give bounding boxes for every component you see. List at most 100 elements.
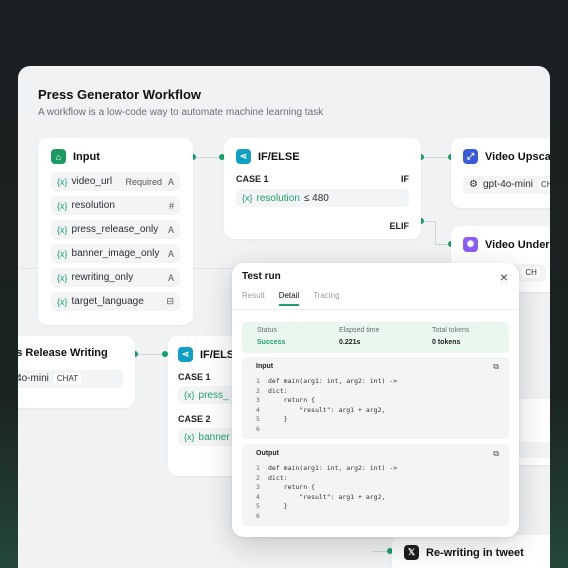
code-lines: 1 def main(arg1: int, arg2: int) -> 2 dict… [256, 377, 397, 435]
variable-name: video_url [71, 176, 113, 187]
close-icon[interactable]: × [500, 270, 508, 284]
input-node[interactable]: ⌂ Input {x} video_url Required A {x} reso… [38, 138, 193, 325]
code-line: 3 return { [256, 396, 315, 405]
text-type-icon: A [167, 248, 174, 259]
video-upscale-node[interactable]: ⤢ Video Upscal ⚙ gpt-4o-mini CH [451, 138, 550, 208]
model-name: gpt-4o-mini [482, 179, 533, 190]
condition-operator: ≤ 480 [303, 192, 329, 204]
test-run-panel: Test run × Result Detail Tracing Status … [232, 263, 519, 537]
text-type-icon: A [167, 272, 174, 283]
code-line: 1 def main(arg1: int, arg2: int) -> [256, 377, 398, 385]
select-type-icon: ⊟ [166, 296, 174, 306]
model-selector[interactable]: t-4o-mini CHAT [18, 369, 123, 388]
condition-row[interactable]: {x} resolution ≤ 480 [236, 189, 409, 207]
tokens-value: 0 tokens [432, 339, 461, 346]
copy-icon[interactable]: ⧉ [493, 362, 499, 372]
variable-icon: {x} [57, 296, 68, 307]
branch-icon: ⋖ [178, 347, 193, 362]
upscale-icon: ⤢ [463, 149, 478, 164]
edge-rewriting [373, 551, 387, 552]
branch-icon: ⋖ [236, 149, 251, 164]
mode-tag: CH [538, 179, 550, 190]
output-label: Output [256, 450, 279, 457]
ifelse-node-title: IF/ELSE [258, 150, 300, 163]
code-line: 2 dict: [256, 386, 288, 395]
condition-variable: press_ [198, 389, 229, 401]
variable-row[interactable]: {x} rewriting_only A [51, 268, 180, 287]
tab-divider [232, 309, 519, 310]
if-label: IF [401, 174, 409, 184]
variable-icon: {x} [57, 224, 68, 235]
model-name: t-4o-mini [18, 373, 49, 384]
bulb-icon: ✺ [463, 237, 478, 252]
panel-title: Test run [242, 271, 281, 282]
model-selector[interactable]: ⚙ gpt-4o-mini CH [463, 175, 550, 194]
variable-row[interactable]: {x} banner_image_only A [51, 244, 180, 263]
tab-detail[interactable]: Detail [278, 291, 300, 306]
variable-icon: {x} [57, 248, 68, 259]
text-type-icon: A [167, 176, 174, 187]
variable-icon: {x} [242, 193, 253, 203]
copy-icon[interactable]: ⧉ [493, 449, 499, 459]
variable-name: target_language [71, 296, 144, 307]
code-line: 2 dict: [256, 473, 288, 482]
page-title: Press Generator Workflow [38, 87, 202, 102]
variable-icon: {x} [184, 390, 195, 400]
video-understand-title: Video Unders [485, 238, 550, 251]
variable-row[interactable]: {x} target_language ⊟ [51, 292, 180, 311]
rewriting-node[interactable]: 𝕏 Re-writing in tweet [392, 535, 550, 568]
variable-name: press_release_only [71, 224, 159, 235]
edge-elif-vertical [435, 221, 436, 244]
code-line: 3 return { [256, 483, 315, 492]
tab-result[interactable]: Result [242, 291, 265, 306]
code-line: 6 [256, 511, 260, 520]
condition-variable: banner [198, 431, 230, 443]
page-subtitle: A workflow is a low-code way to automate… [38, 107, 324, 118]
output-code-block: Output ⧉ 1 def main(arg1: int, arg2: int)… [242, 444, 509, 526]
condition-variable: resolution [256, 192, 300, 204]
variable-name: resolution [71, 200, 115, 211]
elif-label: ELIF [389, 221, 410, 231]
required-badge: Required [125, 176, 162, 187]
case-label: CASE 1 [236, 174, 269, 184]
code-line: 5 } [256, 502, 288, 511]
home-icon: ⌂ [51, 149, 66, 164]
tab-tracing[interactable]: Tracing [313, 291, 339, 306]
code-lines: 1 def main(arg1: int, arg2: int) -> 2 dict… [256, 464, 397, 522]
code-line: 5 } [256, 415, 288, 424]
variable-name: rewriting_only [71, 272, 134, 283]
elapsed-value: 0.221s [339, 339, 361, 346]
mode-tag: CHAT [53, 373, 82, 384]
status-label: Status [257, 327, 277, 334]
ifelse-node[interactable]: ⋖ IF/ELSE CASE 1 IF {x} resolution ≤ 480… [224, 138, 421, 239]
number-type-icon: # [168, 200, 174, 211]
run-summary: Status Success Elapsed time 0.221s Total… [242, 322, 509, 353]
video-upscale-title: Video Upscal [485, 150, 550, 163]
elapsed-label: Elapsed time [339, 327, 380, 334]
press-release-title: ess Release Writing [18, 347, 108, 359]
variable-row[interactable]: {x} resolution # [51, 196, 180, 215]
tab-bar: Result Detail Tracing [242, 291, 340, 306]
variable-row[interactable]: {x} press_release_only A [51, 220, 180, 239]
mode-tag: CH [522, 267, 540, 278]
input-code-block: Input ⧉ 1 def main(arg1: int, arg2: int) … [242, 357, 509, 439]
variable-icon: {x} [57, 176, 68, 187]
tokens-label: Total tokens [432, 327, 470, 334]
x-logo-icon: 𝕏 [404, 545, 419, 560]
variable-icon: {x} [57, 200, 68, 211]
openai-icon: ⚙ [469, 179, 478, 190]
rewriting-title: Re-writing in tweet [426, 546, 524, 559]
variable-icon: {x} [57, 272, 68, 283]
input-node-title: Input [73, 150, 100, 163]
variable-row[interactable]: {x} video_url Required A [51, 172, 180, 191]
input-label: Input [256, 363, 274, 370]
edge-press-ifelse2 [135, 354, 165, 355]
status-value: Success [257, 339, 286, 346]
variable-icon: {x} [184, 432, 195, 442]
press-release-node[interactable]: ess Release Writing t-4o-mini CHAT [18, 336, 135, 408]
code-line: 4 "result": arg1 + arg2, [256, 492, 386, 501]
variable-name: banner_image_only [71, 248, 160, 259]
ifelse2-title: IF/ELS [200, 348, 235, 361]
edge-ifelse-upscale [421, 157, 451, 158]
code-line: 4 "result": arg1 + arg2, [256, 405, 386, 414]
